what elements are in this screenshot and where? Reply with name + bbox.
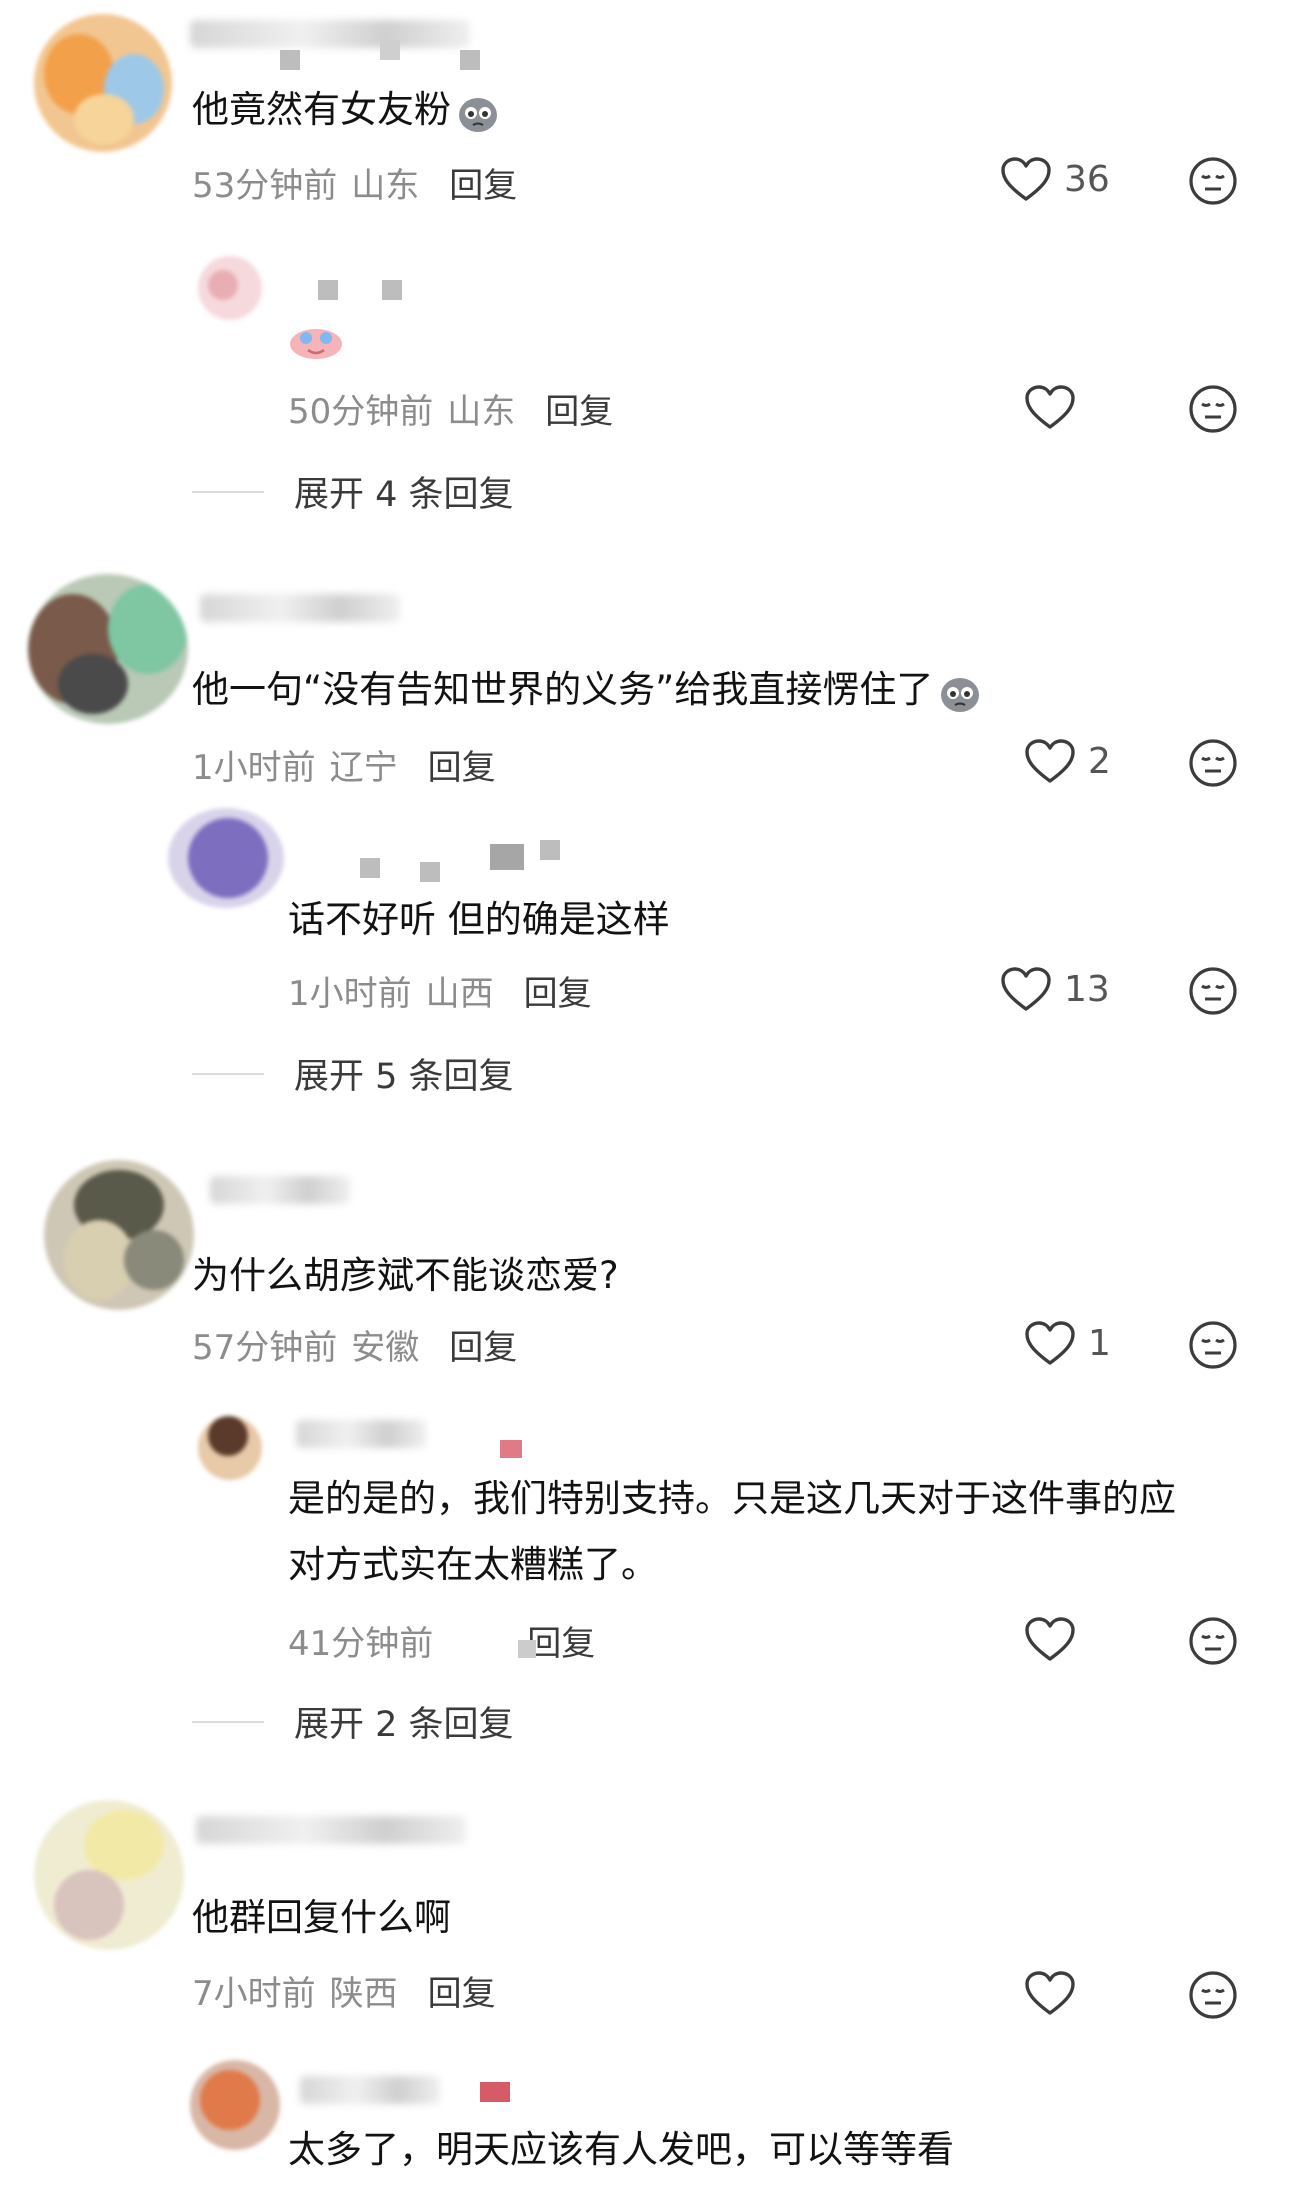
reply-avatar[interactable]	[198, 1416, 262, 1480]
expand-replies-label: 展开 2 条回复	[294, 1705, 514, 1745]
reply-time: 1小时前	[288, 974, 412, 1014]
like-button[interactable]: 36	[1000, 156, 1110, 202]
meh-face-icon[interactable]	[1188, 738, 1238, 788]
comment-time: 1小时前	[192, 748, 316, 788]
comment-text: 他一句“没有告知世界的义务”给我直接愣住了	[192, 664, 983, 716]
pleading-emoji-icon	[941, 677, 980, 712]
expand-replies-button[interactable]: 展开 5 条回复	[192, 1048, 514, 1099]
like-button[interactable]: 1	[1024, 1320, 1111, 1366]
avatar[interactable]	[28, 574, 188, 724]
comment-location: 安徽	[351, 1328, 420, 1368]
meh-face-icon[interactable]	[1188, 1616, 1238, 1666]
reply-meta: 41分钟前 回复	[288, 1616, 595, 1665]
heart-outline-icon	[1001, 157, 1051, 201]
like-count: 13	[1064, 968, 1110, 1010]
reply-meta: 50分钟前 山东 回复	[288, 384, 613, 433]
reply-button[interactable]: 回复	[428, 748, 496, 788]
like-count: 1	[1088, 1322, 1111, 1364]
comment-meta: 53分钟前 山东 回复	[192, 158, 517, 207]
comment-text: 他群回复什么啊	[192, 1896, 451, 1939]
divider	[192, 1720, 264, 1723]
like-count: 36	[1064, 158, 1110, 200]
heart-outline-icon	[1025, 1321, 1075, 1365]
reply-text: 是的是的，我们特别支持。只是这几天对于这件事的应对方式实在太糟糕了。	[288, 1477, 1176, 1586]
avatar[interactable]	[34, 14, 172, 152]
expand-replies-button[interactable]: 展开 2 条回复	[192, 1696, 514, 1747]
heart-outline-icon	[1025, 739, 1075, 783]
comment-location: 辽宁	[329, 748, 398, 788]
divider	[192, 490, 264, 493]
username-blurred[interactable]	[300, 2076, 440, 2104]
heart-outline-icon	[1025, 385, 1075, 429]
username-blurred[interactable]	[200, 594, 400, 622]
reply-text: 太多了，明天应该有人发吧，可以等等看	[288, 2128, 954, 2171]
like-count: 2	[1088, 740, 1111, 782]
heart-outline-icon	[1025, 1617, 1075, 1661]
heart-outline-icon	[1025, 1971, 1075, 2015]
expand-replies-label: 展开 5 条回复	[294, 1057, 514, 1097]
comment-meta: 1小时前 辽宁 回复	[192, 740, 496, 789]
expand-replies-label: 展开 4 条回复	[294, 475, 514, 515]
like-button[interactable]	[1024, 384, 1076, 430]
comment-meta: 7小时前 陕西 回复	[192, 1966, 496, 2015]
comment-text: 他竟然有女友粉	[192, 84, 501, 136]
meh-face-icon[interactable]	[1188, 1970, 1238, 2020]
avatar[interactable]	[44, 1160, 194, 1310]
like-button[interactable]	[1024, 1616, 1076, 1662]
reply-avatar[interactable]	[190, 2060, 280, 2150]
meh-face-icon[interactable]	[1188, 384, 1238, 434]
reply-location: 山东	[447, 392, 516, 432]
comment-location: 陕西	[329, 1974, 398, 2014]
meh-face-icon[interactable]	[1188, 156, 1238, 206]
reply-meta: 1小时前 山西 回复	[288, 966, 592, 1015]
reply-button[interactable]: 回复	[428, 1974, 496, 2014]
meh-face-icon[interactable]	[1188, 966, 1238, 1016]
reply-location: 山西	[425, 974, 494, 1014]
username-blurred[interactable]	[190, 20, 470, 48]
reply-avatar[interactable]	[168, 808, 284, 908]
reply-button[interactable]: 回复	[449, 1328, 517, 1368]
comment-time: 7小时前	[192, 1974, 316, 2014]
like-button[interactable]: 13	[1000, 966, 1110, 1012]
reply-button[interactable]: 回复	[527, 1624, 595, 1664]
reply-button[interactable]: 回复	[524, 974, 592, 1014]
reply-text: 话不好听 但的确是这样	[288, 898, 670, 941]
reply-button[interactable]: 回复	[449, 166, 517, 206]
crying-emoji-icon	[290, 329, 342, 359]
expand-replies-button[interactable]: 展开 4 条回复	[192, 466, 514, 517]
reply-avatar[interactable]	[198, 256, 262, 320]
username-blurred[interactable]	[196, 1816, 466, 1844]
comment-time: 57分钟前	[192, 1328, 338, 1368]
reply-button[interactable]: 回复	[545, 392, 613, 432]
username-blurred[interactable]	[296, 1420, 426, 1448]
like-button[interactable]: 2	[1024, 738, 1111, 784]
reply-time: 41分钟前	[288, 1624, 434, 1664]
heart-outline-icon	[1001, 967, 1051, 1011]
comment-time: 53分钟前	[192, 166, 338, 206]
reply-time: 50分钟前	[288, 392, 434, 432]
avatar[interactable]	[34, 1800, 184, 1950]
comment-location: 山东	[351, 166, 420, 206]
divider	[192, 1072, 264, 1075]
comment-text: 为什么胡彦斌不能谈恋爱?	[192, 1254, 619, 1297]
comment-meta: 57分钟前 安徽 回复	[192, 1320, 517, 1369]
username-blurred[interactable]	[210, 1176, 350, 1204]
pleading-emoji-icon	[459, 97, 497, 132]
meh-face-icon[interactable]	[1188, 1320, 1238, 1370]
like-button[interactable]	[1024, 1970, 1076, 2016]
